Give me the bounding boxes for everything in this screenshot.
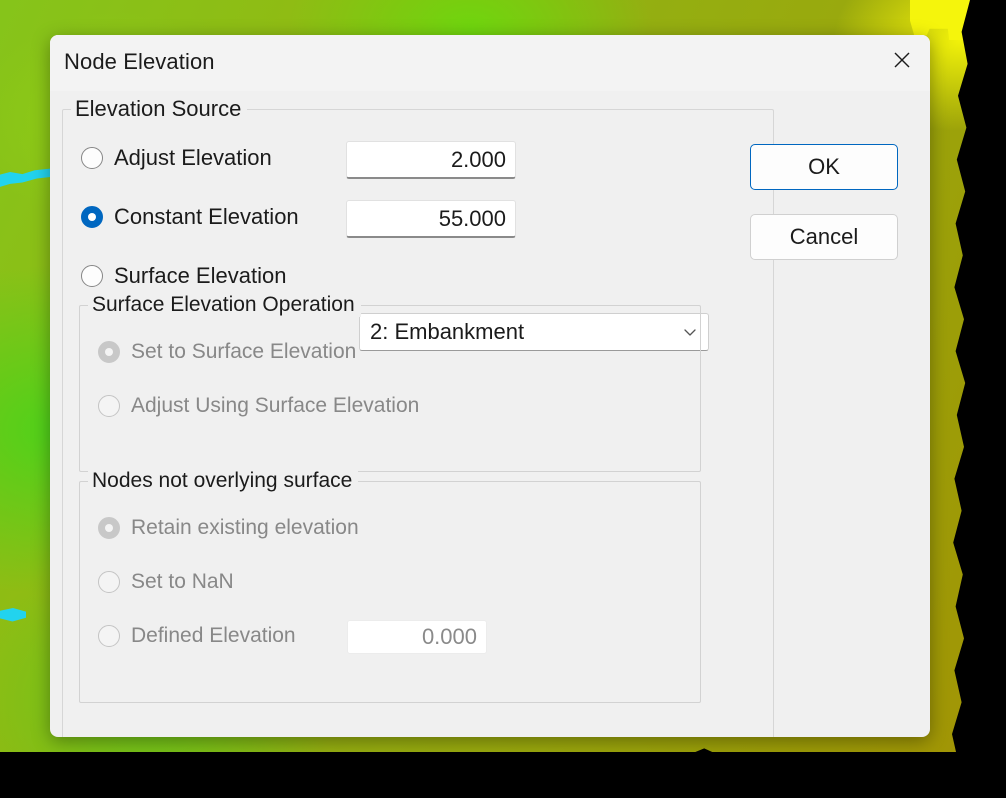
input-defined-elevation: 0.000 — [347, 620, 487, 654]
group-elevation-source-legend: Elevation Source — [71, 96, 248, 122]
dialog-title: Node Elevation — [64, 49, 215, 74]
group-surface-elevation-operation-legend: Surface Elevation Operation — [88, 293, 361, 317]
radio-label-constant-elevation: Constant Elevation — [114, 204, 299, 229]
radio-button-defined-elevation — [98, 625, 120, 647]
radio-label-retain-existing-elevation: Retain existing elevation — [131, 516, 359, 539]
group-surface-elevation-operation: Surface Elevation Operation Set to Surfa… — [79, 293, 701, 472]
radio-row-constant-elevation[interactable]: Constant Elevation — [81, 204, 299, 230]
radio-row-surface-elevation[interactable]: Surface Elevation — [81, 263, 286, 289]
input-adjust-elevation[interactable]: 2.000 — [346, 141, 516, 179]
group-nodes-not-overlying-surface: Nodes not overlying surface Retain exist… — [79, 469, 701, 703]
radio-button-adjust-elevation[interactable] — [81, 147, 103, 169]
radio-label-set-to-surface-elevation: Set to Surface Elevation — [131, 340, 357, 363]
radio-button-set-to-nan — [98, 571, 120, 593]
cancel-button[interactable]: Cancel — [750, 214, 898, 260]
radio-label-adjust-elevation: Adjust Elevation — [114, 145, 272, 170]
input-adjust-elevation-value: 2.000 — [450, 146, 506, 172]
group-elevation-source: Elevation Source Adjust Elevation 2.000 … — [62, 96, 774, 737]
dialog-titlebar: Node Elevation — [50, 35, 930, 91]
radio-button-surface-elevation[interactable] — [81, 265, 103, 287]
dialog-body: Elevation Source Adjust Elevation 2.000 … — [50, 91, 930, 737]
radio-label-adjust-using-surface-elevation: Adjust Using Surface Elevation — [131, 394, 420, 417]
input-defined-elevation-value: 0.000 — [421, 624, 477, 649]
radio-label-surface-elevation: Surface Elevation — [114, 263, 287, 288]
input-constant-elevation-value: 55.000 — [438, 205, 506, 231]
radio-row-defined-elevation: Defined Elevation — [98, 624, 296, 648]
radio-row-adjust-elevation[interactable]: Adjust Elevation — [81, 145, 272, 171]
group-nodes-not-overlying-surface-legend: Nodes not overlying surface — [88, 469, 359, 493]
radio-row-set-to-nan: Set to NaN — [98, 570, 234, 594]
radio-row-set-to-surface-elevation: Set to Surface Elevation — [98, 340, 356, 364]
node-elevation-dialog: Node Elevation Elevation Source Adjust E… — [50, 35, 930, 737]
input-constant-elevation[interactable]: 55.000 — [346, 200, 516, 238]
close-icon[interactable] — [874, 35, 930, 85]
radio-button-constant-elevation[interactable] — [81, 206, 103, 228]
radio-button-retain-existing-elevation — [98, 517, 120, 539]
radio-label-set-to-nan: Set to NaN — [131, 570, 234, 593]
radio-button-set-to-surface-elevation — [98, 341, 120, 363]
ok-button[interactable]: OK — [750, 144, 898, 190]
radio-button-adjust-using-surface-elevation — [98, 395, 120, 417]
radio-label-defined-elevation: Defined Elevation — [131, 624, 296, 647]
radio-row-retain-existing-elevation: Retain existing elevation — [98, 516, 359, 540]
radio-row-adjust-using-surface-elevation: Adjust Using Surface Elevation — [98, 394, 419, 418]
